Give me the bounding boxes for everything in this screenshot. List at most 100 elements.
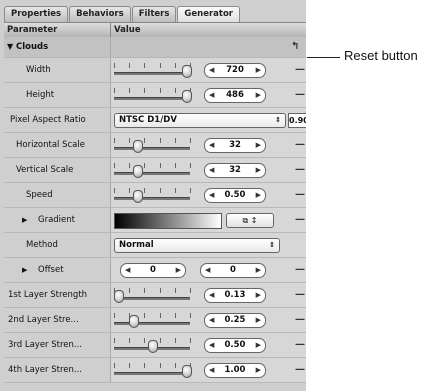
slider-tick: [159, 88, 161, 93]
layer3-strength-value-field[interactable]: ◀ 0.50 ▶: [204, 338, 266, 353]
disclosure-triangle-icon[interactable]: ▶: [22, 208, 27, 232]
slider-tick: [159, 313, 161, 318]
minus-reset-icon[interactable]: —: [295, 358, 305, 382]
pixel-aspect-ratio-field[interactable]: 0.90: [288, 113, 306, 128]
slider-knob[interactable]: [148, 340, 158, 353]
offset-y-field[interactable]: ◀ 0 ▶: [200, 263, 266, 278]
slider-knob[interactable]: [182, 365, 193, 378]
slider-tick: [174, 313, 176, 318]
layer2-strength-value-field[interactable]: ◀ 0.25 ▶: [204, 313, 266, 328]
layer2-strength-slider[interactable]: [114, 313, 191, 328]
slider-tick: [129, 88, 131, 93]
layer3-strength-slider[interactable]: [114, 338, 191, 353]
slider-tick: [174, 188, 176, 193]
pixel-aspect-select[interactable]: NTSC D1/DV ⇕: [114, 113, 286, 128]
layer4-strength-slider[interactable]: [114, 363, 193, 378]
slider-tick: [129, 288, 131, 293]
slider-tick: [190, 313, 191, 318]
group-row-clouds[interactable]: ▼ Clouds ↰: [4, 37, 306, 58]
minus-reset-icon[interactable]: —: [295, 283, 305, 307]
param-row-vertical-scale: Vertical Scale ◀ 32 ▶ —: [4, 158, 306, 183]
slider-knob[interactable]: [132, 140, 143, 153]
param-row-layer4: 4th Layer Stren... ◀ 1.00 ▶ —: [4, 358, 306, 383]
minus-reset-icon[interactable]: —: [295, 183, 305, 207]
value-column-header: Value: [114, 25, 141, 35]
slider-track: [114, 72, 190, 75]
slider-tick: [159, 188, 161, 193]
param-label: Width: [26, 65, 51, 75]
horizontal-scale-value-field[interactable]: ◀ 32 ▶: [204, 138, 266, 153]
slider-knob[interactable]: [182, 65, 193, 78]
minus-reset-icon[interactable]: —: [295, 158, 305, 182]
gradient-preview[interactable]: [114, 213, 222, 229]
slider-track: [114, 97, 190, 100]
minus-reset-icon[interactable]: —: [295, 208, 305, 232]
slider-tick: [159, 163, 161, 168]
slider-tick: [114, 63, 115, 68]
width-value-field[interactable]: ◀ 720 ▶: [204, 63, 266, 78]
vertical-scale-value-field[interactable]: ◀ 32 ▶: [204, 163, 266, 178]
slider-tick: [174, 338, 176, 343]
vertical-scale-slider[interactable]: [114, 163, 191, 178]
column-divider: [110, 23, 111, 37]
parameter-list: ▼ Clouds ↰ Width ◀ 720 ▶ — Height ◀ 486 ▶ — …: [4, 37, 306, 383]
minus-reset-icon[interactable]: —: [295, 58, 305, 82]
minus-reset-icon[interactable]: —: [295, 308, 305, 332]
height-value-field[interactable]: ◀ 486 ▶: [204, 88, 266, 103]
slider-tick: [144, 188, 146, 193]
param-row-pixel-aspect: Pixel Aspect Ratio NTSC D1/DV ⇕ 0.90: [4, 108, 306, 133]
param-row-layer2: 2nd Layer Stre... ◀ 0.25 ▶ —: [4, 308, 306, 333]
slider-tick: [174, 88, 176, 93]
slider-tick: [129, 188, 131, 193]
slider-tick: [159, 363, 161, 368]
param-row-layer1: 1st Layer Strength ◀ 0.13 ▶ —: [4, 283, 306, 308]
disclosure-triangle-icon[interactable]: ▶: [22, 258, 27, 282]
layer1-strength-value-field[interactable]: ◀ 0.13 ▶: [204, 288, 266, 303]
layer4-strength-value-field[interactable]: ◀ 1.00 ▶: [204, 363, 266, 378]
slider-tick: [129, 363, 131, 368]
slider-tick: [144, 288, 146, 293]
param-label: 2nd Layer Stre...: [8, 315, 79, 325]
tab-properties[interactable]: Properties: [4, 6, 69, 22]
minus-reset-icon[interactable]: —: [295, 333, 305, 357]
layer1-strength-slider[interactable]: [113, 288, 191, 303]
method-select[interactable]: Normal ⇕: [114, 238, 280, 253]
param-label: Horizontal Scale: [16, 140, 85, 150]
slider-tick: [129, 338, 131, 343]
offset-x-field[interactable]: ◀ 0 ▶: [120, 263, 186, 278]
gradient-preset-button[interactable]: ⧉ ↕: [226, 213, 274, 228]
tab-behaviors[interactable]: Behaviors: [69, 6, 131, 22]
horizontal-scale-slider[interactable]: [114, 138, 191, 153]
param-row-method: Method Normal ⇕: [4, 233, 306, 258]
slider-knob[interactable]: [182, 90, 193, 103]
slider-track: [114, 297, 190, 300]
slider-tick: [190, 338, 191, 343]
tab-filters[interactable]: Filters: [131, 6, 177, 22]
speed-value-field[interactable]: ◀ 0.50 ▶: [204, 188, 266, 203]
parameter-column-header: Parameter: [7, 25, 58, 35]
slider-tick: [129, 63, 131, 68]
width-slider[interactable]: [114, 63, 193, 78]
slider-knob[interactable]: [132, 190, 143, 203]
param-row-width: Width ◀ 720 ▶ —: [4, 58, 306, 83]
minus-reset-icon[interactable]: —: [295, 133, 305, 157]
slider-tick: [174, 288, 176, 293]
disclosure-triangle-icon[interactable]: ▼: [7, 37, 13, 57]
height-slider[interactable]: [114, 88, 193, 103]
reset-button[interactable]: ↰: [291, 37, 299, 57]
param-row-horizontal-scale: Horizontal Scale ◀ 32 ▶ —: [4, 133, 306, 158]
tab-generator[interactable]: Generator: [177, 6, 240, 23]
slider-tick: [159, 338, 161, 343]
slider-tick: [114, 163, 115, 168]
minus-reset-icon[interactable]: —: [295, 258, 305, 282]
param-row-speed: Speed ◀ 0.50 ▶ —: [4, 183, 306, 208]
minus-reset-icon[interactable]: —: [295, 83, 305, 107]
slider-tick: [144, 88, 146, 93]
param-label: 4th Layer Stren...: [8, 365, 82, 375]
slider-knob[interactable]: [129, 315, 139, 328]
slider-knob[interactable]: [132, 165, 143, 178]
speed-slider[interactable]: [114, 188, 191, 203]
slider-knob[interactable]: [113, 290, 124, 303]
slider-tick: [144, 138, 146, 143]
slider-tick: [114, 338, 115, 343]
